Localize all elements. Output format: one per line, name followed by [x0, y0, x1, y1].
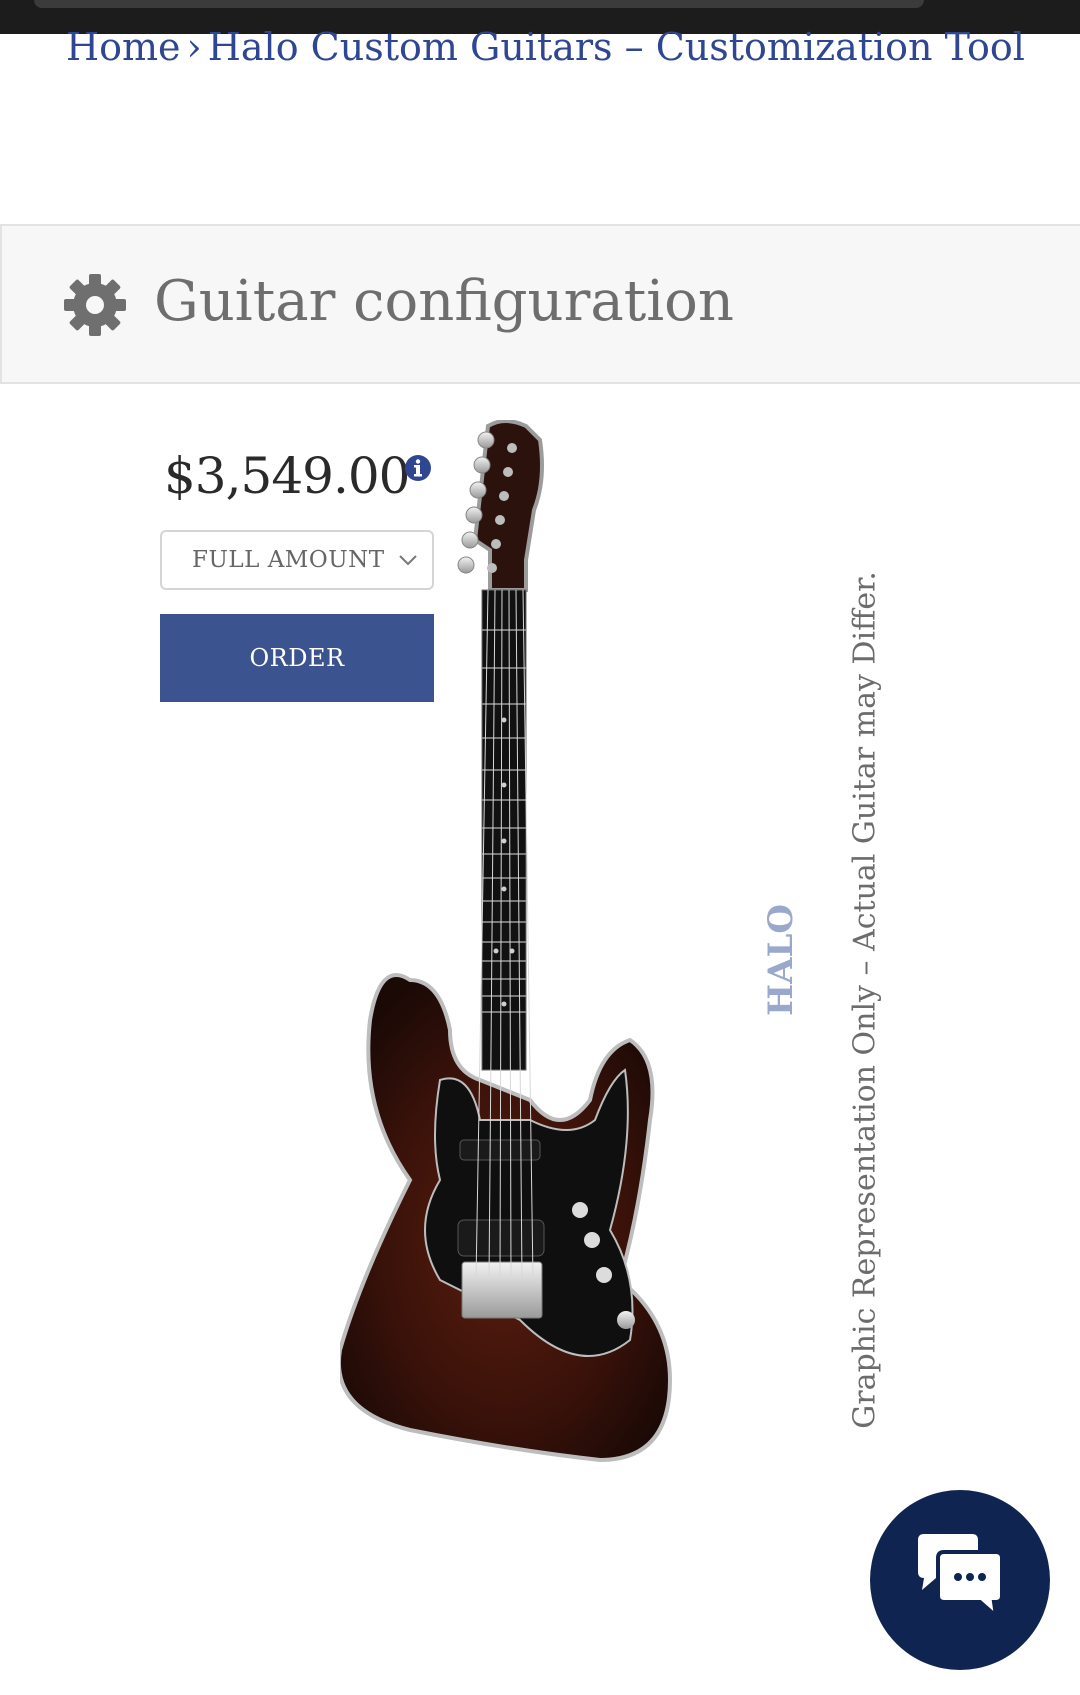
address-bar[interactable] [34, 0, 924, 8]
breadcrumb-separator: › [186, 25, 202, 69]
chat-button[interactable] [870, 1490, 1050, 1670]
breadcrumb: Home › Halo Custom Guitars – Customization… [66, 18, 1025, 76]
disclaimer-text: Graphic Representation Only – Actual Gui… [847, 571, 883, 1429]
chat-icon [918, 1534, 1004, 1622]
halo-logo-watermark: HALO [761, 904, 801, 1016]
breadcrumb-current-link[interactable]: Halo Custom Guitars – Customization Tool [208, 25, 1025, 69]
gear-icon [64, 274, 126, 336]
guitar-preview-image [340, 420, 673, 1463]
guitar-configuration-header: Guitar configuration [0, 224, 1080, 384]
breadcrumb-home-link[interactable]: Home [66, 25, 181, 69]
watermark-text: HALO [761, 904, 801, 1016]
section-title: Guitar configuration [154, 269, 734, 334]
